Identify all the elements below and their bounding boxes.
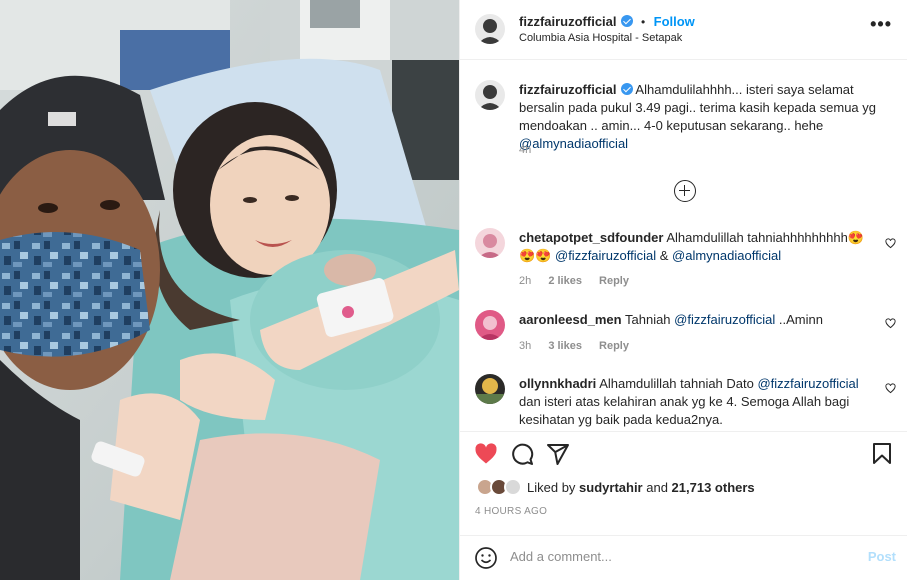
verified-badge-icon: [620, 83, 633, 95]
liked-by-and: and: [642, 480, 672, 495]
action-bar: Liked by sudyrtahir and 21,713 others 4 …: [460, 432, 907, 536]
reply-button[interactable]: Reply: [599, 340, 629, 352]
post-time-ago[interactable]: 4 HOURS AGO: [475, 506, 547, 517]
photo-illustration: [0, 0, 459, 580]
caption-avatar[interactable]: [475, 80, 505, 110]
location-link[interactable]: Columbia Asia Hospital - Setapak: [519, 32, 682, 44]
comment-mention[interactable]: @fizzfairuzofficial: [757, 376, 858, 391]
share-icon[interactable]: [546, 442, 570, 466]
post-header: fizzfairuzofficial • Follow Columbia Asi…: [460, 0, 907, 60]
caption-time[interactable]: 4h: [519, 144, 531, 156]
comment-text: dan isteri atas kelahiran anak yg ke 4. …: [519, 394, 850, 427]
reply-button[interactable]: Reply: [599, 275, 629, 287]
comment-item: chetapotpet_sdfounder Alhamdulillah tahn…: [519, 229, 879, 265]
comment-time[interactable]: 2h: [519, 275, 531, 287]
comment-mention[interactable]: @fizzfairuzofficial: [674, 312, 775, 327]
load-more-comments-icon[interactable]: [674, 180, 696, 202]
caption-username[interactable]: fizzfairuzofficial: [519, 82, 617, 97]
comment-mention[interactable]: @almynadiaofficial: [672, 248, 781, 263]
comment-likes[interactable]: 2 likes: [548, 275, 582, 287]
comment-item: aaronleesd_men Tahniah @fizzfairuzoffici…: [519, 311, 879, 329]
more-options-icon[interactable]: •••: [870, 14, 892, 35]
follow-button[interactable]: Follow: [654, 14, 695, 29]
caption-meta: 4h: [519, 144, 545, 156]
comment-text: ..Aminn: [775, 312, 823, 327]
comment-icon[interactable]: [510, 442, 534, 466]
post-comment-button[interactable]: Post: [868, 549, 896, 564]
comment-avatar[interactable]: [475, 310, 505, 340]
comment-input[interactable]: Add a comment...: [510, 549, 612, 564]
emoji-icon[interactable]: [474, 546, 498, 570]
post-side-panel: fizzfairuzofficial • Follow Columbia Asi…: [459, 0, 907, 580]
liked-by-prefix: Liked by: [527, 480, 580, 495]
author-avatar[interactable]: [475, 14, 505, 44]
comment-text: Alhamdulillah tahniah Dato: [599, 376, 758, 391]
comment-mention[interactable]: @fizzfairuzofficial: [555, 248, 656, 263]
comment-like-heart-icon[interactable]: [885, 238, 896, 249]
comment-item: ollynnkhadri Alhamdulillah tahniah Dato …: [519, 375, 879, 429]
bookmark-icon[interactable]: [870, 442, 894, 466]
add-comment-bar: Add a comment... Post: [460, 536, 907, 580]
comment-like-heart-icon[interactable]: [885, 318, 896, 329]
header-separator: •: [640, 15, 646, 29]
liker-avatar[interactable]: [504, 478, 522, 496]
comment-username[interactable]: chetapotpet_sdfounder: [519, 230, 663, 245]
post-photo[interactable]: [0, 0, 459, 580]
liked-by-user[interactable]: sudyrtahir: [579, 480, 643, 495]
comment-like-heart-icon[interactable]: [885, 383, 896, 394]
comment-username[interactable]: aaronleesd_men: [519, 312, 622, 327]
comment-joiner: &: [656, 248, 673, 263]
liked-by-others[interactable]: 21,713 others: [672, 480, 755, 495]
comment-meta: 3h 3 likes Reply: [519, 340, 643, 352]
comment-text: Tahniah: [625, 312, 675, 327]
like-heart-icon[interactable]: [474, 442, 498, 466]
comment-avatar[interactable]: [475, 374, 505, 404]
caption-text: fizzfairuzofficial Alhamdulilahhhh... is…: [519, 81, 879, 153]
likes-summary: Liked by sudyrtahir and 21,713 others: [527, 480, 755, 495]
comment-time[interactable]: 3h: [519, 340, 531, 352]
comment-username[interactable]: ollynnkhadri: [519, 376, 596, 391]
comments-section: fizzfairuzofficial Alhamdulilahhhh... is…: [460, 60, 907, 432]
comment-avatar[interactable]: [475, 228, 505, 258]
author-username[interactable]: fizzfairuzofficial: [519, 14, 617, 29]
comment-meta: 2h 2 likes Reply: [519, 275, 643, 287]
comment-likes[interactable]: 3 likes: [548, 340, 582, 352]
verified-badge-icon: [620, 15, 633, 27]
